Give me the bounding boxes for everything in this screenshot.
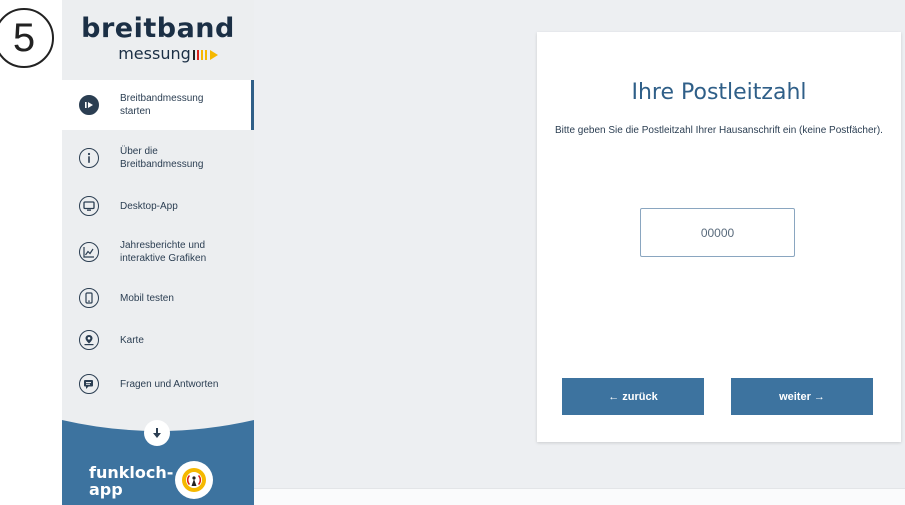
next-button[interactable]: weiter → — [731, 378, 873, 415]
sidebar-item-label: Über die Breitbandmessung — [120, 146, 204, 170]
sidebar-item-ueber-die-breitbandmessung[interactable]: Über die Breitbandmessung — [62, 130, 254, 186]
smartphone-icon — [79, 288, 99, 308]
sidebar-item-mobil-testen[interactable]: Mobil testen — [62, 278, 254, 318]
sidebar-item-jahresberichte[interactable]: Jahresberichte und interaktive Grafiken — [62, 226, 254, 278]
logo-bars-icon — [192, 48, 218, 60]
postal-code-card: Ihre Postleitzahl Bitte geben Sie die Po… — [537, 32, 901, 442]
chat-icon — [79, 374, 99, 394]
sidebar-item-label: Desktop-App — [120, 200, 178, 212]
promo-text-line2: app — [89, 480, 123, 499]
breitbandmessung-logo[interactable]: breitband messung — [62, 0, 254, 75]
sidebar: breitband messung Breitbandmessung start… — [62, 0, 254, 505]
logo-sub-text: messung — [118, 44, 191, 63]
sidebar-item-fragen-und-antworten[interactable]: Fragen und Antworten — [62, 362, 254, 406]
info-icon — [79, 148, 99, 168]
scroll-down-button[interactable] — [144, 420, 170, 446]
chart-icon — [79, 242, 99, 262]
sidebar-item-desktop-app[interactable]: Desktop-App — [62, 186, 254, 226]
sidebar-item-label: Karte — [120, 334, 144, 346]
sidebar-item-karte[interactable]: Karte — [62, 318, 254, 362]
signal-tower-icon — [182, 468, 206, 492]
funkloch-app-title: funkloch- app — [89, 464, 173, 499]
sidebar-item-label: Jahresberichte und interaktive Grafiken — [120, 240, 207, 264]
logo-main-text: breitband — [81, 13, 235, 44]
logo-sub: messung — [118, 46, 218, 62]
play-icon — [79, 95, 99, 115]
card-description: Bitte geben Sie die Postleitzahl Ihrer H… — [555, 125, 883, 136]
monitor-icon — [79, 196, 99, 216]
arrow-down-icon — [153, 428, 161, 438]
sidebar-item-label: Fragen und Antworten — [120, 378, 219, 390]
funkloch-app-promo[interactable]: funkloch- app — [62, 408, 254, 505]
step-number: 5 — [12, 15, 36, 60]
postal-code-input[interactable] — [640, 208, 795, 257]
sidebar-item-label: Breitbandmessung starten — [120, 93, 204, 117]
card-title: Ihre Postleitzahl — [631, 80, 807, 105]
funkloch-app-logo — [175, 461, 213, 499]
sidebar-nav: Breitbandmessung starten Über die Breitb… — [62, 80, 254, 406]
sidebar-item-breitbandmessung-starten[interactable]: Breitbandmessung starten — [62, 80, 254, 130]
back-button[interactable]: ← zurück — [562, 378, 704, 415]
step-number-badge: 5 — [0, 8, 54, 68]
sidebar-item-label: Mobil testen — [120, 292, 174, 304]
page-footer-strip — [254, 488, 905, 505]
map-pin-icon — [79, 330, 99, 350]
main-content: Ihre Postleitzahl Bitte geben Sie die Po… — [254, 0, 905, 488]
